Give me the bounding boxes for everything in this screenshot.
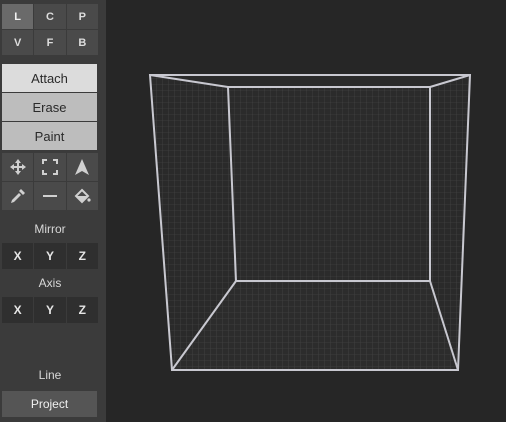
line-tool-button[interactable]	[34, 182, 66, 210]
attach-mode-button[interactable]: Attach	[2, 64, 97, 92]
erase-mode-button[interactable]: Erase	[2, 93, 97, 121]
eyedropper-icon	[10, 189, 25, 203]
axis-label: Axis	[38, 276, 62, 290]
voxel-editor: L C P V F B Attach Erase Paint Mirror X …	[0, 0, 506, 422]
axis-x-button[interactable]: X	[2, 297, 34, 323]
cursor-icon	[75, 159, 90, 175]
mirror-y-button[interactable]: Y	[34, 243, 66, 269]
mirror-x-button[interactable]: X	[2, 243, 34, 269]
mirror-label: Mirror	[34, 222, 66, 236]
view-button-grid: L C P V F B	[2, 4, 98, 55]
view-button-p[interactable]: P	[66, 4, 98, 29]
view-button-b[interactable]: B	[66, 30, 98, 55]
axis-button-grid: X Y Z	[2, 297, 98, 323]
view-button-c[interactable]: C	[34, 4, 66, 29]
view-button-f[interactable]: F	[34, 30, 66, 55]
fill-bucket-icon	[74, 188, 91, 204]
cursor-tool-button[interactable]	[66, 153, 98, 181]
back-wall-grid	[228, 87, 430, 281]
view-button-l[interactable]: L	[2, 4, 34, 29]
eyedropper-tool-button[interactable]	[2, 182, 34, 210]
project-button[interactable]: Project	[2, 391, 97, 417]
fill-tool-button[interactable]	[66, 182, 98, 210]
select-box-tool-button[interactable]	[34, 153, 66, 181]
line-icon	[42, 195, 57, 197]
wireframe-room	[148, 74, 472, 371]
paint-mode-button[interactable]: Paint	[2, 122, 97, 150]
tool-grid	[2, 153, 98, 210]
mirror-button-grid: X Y Z	[2, 243, 98, 269]
select-box-icon	[41, 159, 58, 175]
axis-z-button[interactable]: Z	[66, 297, 98, 323]
sidebar: L C P V F B Attach Erase Paint Mirror X …	[0, 0, 106, 422]
3d-viewport[interactable]	[106, 0, 506, 422]
move-icon	[9, 159, 26, 175]
view-button-v[interactable]: V	[2, 30, 34, 55]
mirror-z-button[interactable]: Z	[66, 243, 98, 269]
line-label: Line	[38, 368, 62, 382]
move-tool-button[interactable]	[2, 153, 34, 181]
axis-y-button[interactable]: Y	[34, 297, 66, 323]
